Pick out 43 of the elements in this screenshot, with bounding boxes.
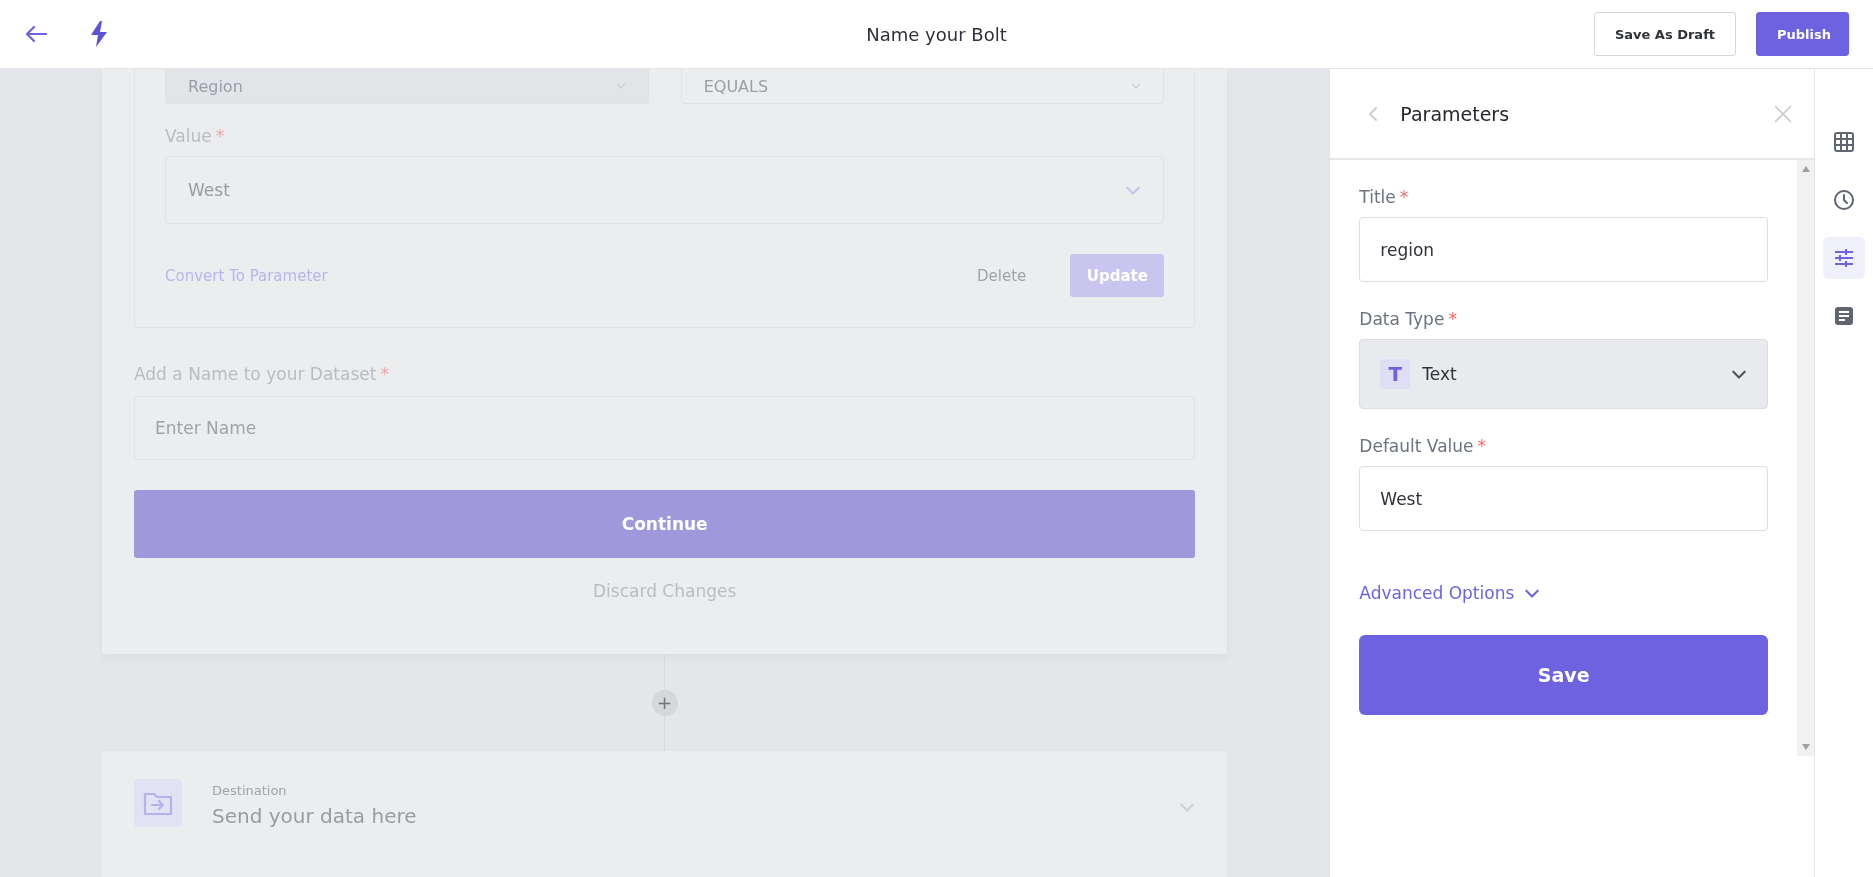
lightning-logo-icon[interactable] — [88, 20, 110, 48]
update-button[interactable]: Update — [1070, 254, 1165, 297]
operator-select[interactable]: EQUALS — [680, 69, 1165, 104]
dataset-name-input[interactable]: Enter Name — [134, 396, 1196, 460]
required-mark: * — [1399, 187, 1409, 207]
required-mark: * — [1448, 309, 1457, 329]
advanced-options-toggle[interactable]: Advanced Options — [1359, 583, 1541, 603]
save-draft-button[interactable]: Save As Draft — [1593, 12, 1736, 56]
scroll-up-icon[interactable] — [1801, 166, 1810, 172]
destination-caption: Destination — [212, 783, 288, 798]
delete-button[interactable]: Delete — [971, 265, 1033, 286]
destination-card[interactable]: Destination Send your data here — [102, 751, 1228, 877]
sidebar-tab[interactable] — [1823, 237, 1865, 279]
field-label: Title — [1359, 187, 1396, 207]
data-type-select[interactable]: T Text — [1359, 339, 1769, 409]
text-input[interactable]: region — [1359, 217, 1769, 282]
required-mark: * — [380, 364, 389, 384]
publish-button[interactable]: Publish — [1756, 12, 1849, 56]
field-label: Default Value — [1359, 436, 1474, 456]
destination-title: Send your data here — [212, 804, 417, 828]
type-badge: T — [1380, 359, 1411, 389]
required-mark: * — [215, 126, 225, 146]
page-title: Name your Bolt — [866, 23, 1007, 45]
continue-button[interactable]: Continue — [134, 490, 1196, 558]
clock-icon — [1833, 189, 1855, 211]
convert-to-parameter-link[interactable]: Convert To Parameter — [165, 266, 328, 285]
sliders-icon — [1833, 247, 1855, 269]
caret-icon — [1131, 81, 1142, 91]
field-select[interactable]: Region — [165, 69, 649, 104]
required-mark: * — [1477, 436, 1487, 456]
add-step-button[interactable]: + — [651, 689, 678, 716]
caret-icon — [615, 81, 626, 91]
field-label: Data Type — [1359, 309, 1445, 329]
save-button[interactable]: Save — [1359, 635, 1769, 715]
scrollbar[interactable] — [1797, 160, 1815, 756]
back-arrow-icon[interactable] — [24, 25, 48, 43]
document-icon — [1833, 305, 1855, 327]
value-select[interactable]: West — [165, 156, 1165, 224]
panel-title: Parameters — [1400, 102, 1511, 125]
scroll-down-icon[interactable] — [1801, 744, 1810, 750]
text-input[interactable]: West — [1359, 466, 1769, 531]
grid-icon — [1833, 131, 1855, 153]
folder-arrow-icon — [143, 790, 173, 816]
